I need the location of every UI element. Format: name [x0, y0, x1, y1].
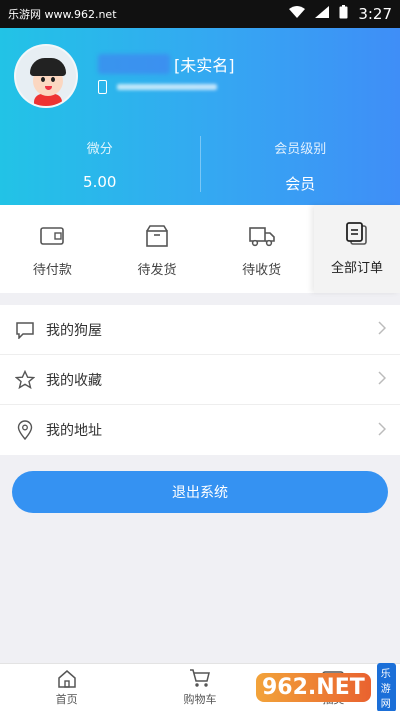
avatar[interactable] [14, 44, 78, 108]
home-icon [56, 668, 78, 688]
status-time: 3:27 [358, 5, 392, 23]
status-carrier-text: 乐游网 www.962.net [8, 8, 117, 21]
wifi-icon [289, 6, 306, 22]
phone-icon [98, 80, 107, 94]
user-name-row: [未实名] [98, 52, 235, 76]
logout-button[interactable]: 退出系统 [12, 471, 388, 513]
signal-icon [315, 6, 330, 22]
menu-item-doghouse[interactable]: 我的狗屋 [0, 305, 400, 355]
order-pending-receipt[interactable]: 待收货 [209, 205, 314, 293]
stats-row: 微分 5.00 会员级别 会员 [0, 136, 400, 196]
stat-member-level[interactable]: 会员级别 会员 [201, 136, 400, 196]
chevron-right-icon [378, 320, 387, 339]
watermark-logo-text: 962.NET [256, 672, 371, 702]
chevron-right-icon [378, 370, 387, 389]
order-all[interactable]: 全部订单 [314, 205, 400, 293]
status-bar: 乐游网 www.962.net 3:27 [0, 0, 400, 28]
order-pending-shipment[interactable]: 待发货 [105, 205, 210, 293]
watermark-logo: 962.NET 乐游网 [256, 662, 396, 711]
orders-icon [344, 221, 370, 247]
box-icon [144, 223, 170, 249]
verification-status: [未实名] [174, 56, 235, 75]
chat-icon [14, 319, 36, 341]
cart-icon [189, 668, 211, 688]
menu-list: 我的狗屋 我的收藏 我的地址 [0, 305, 400, 455]
wallet-icon [39, 223, 65, 249]
phone-number-redacted [117, 84, 217, 90]
truck-icon [248, 223, 275, 249]
tab-cart[interactable]: 购物车 [133, 664, 266, 711]
orders-row: 待付款 待发货 待收货 全部订单 [0, 205, 400, 293]
stat-points[interactable]: 微分 5.00 [0, 136, 200, 196]
profile-header: [未实名] 微分 5.00 会员级别 会员 [0, 28, 400, 205]
menu-item-favorites[interactable]: 我的收藏 [0, 355, 400, 405]
watermark-subtitle: 乐游网 [376, 662, 396, 711]
tab-home[interactable]: 首页 [0, 664, 133, 711]
star-icon [14, 369, 36, 391]
chevron-right-icon [378, 421, 387, 440]
order-pending-payment[interactable]: 待付款 [0, 205, 105, 293]
location-icon [14, 419, 36, 441]
battery-icon [339, 5, 348, 23]
menu-item-address[interactable]: 我的地址 [0, 405, 400, 455]
user-name-redacted [98, 54, 170, 74]
phone-row [98, 80, 217, 94]
